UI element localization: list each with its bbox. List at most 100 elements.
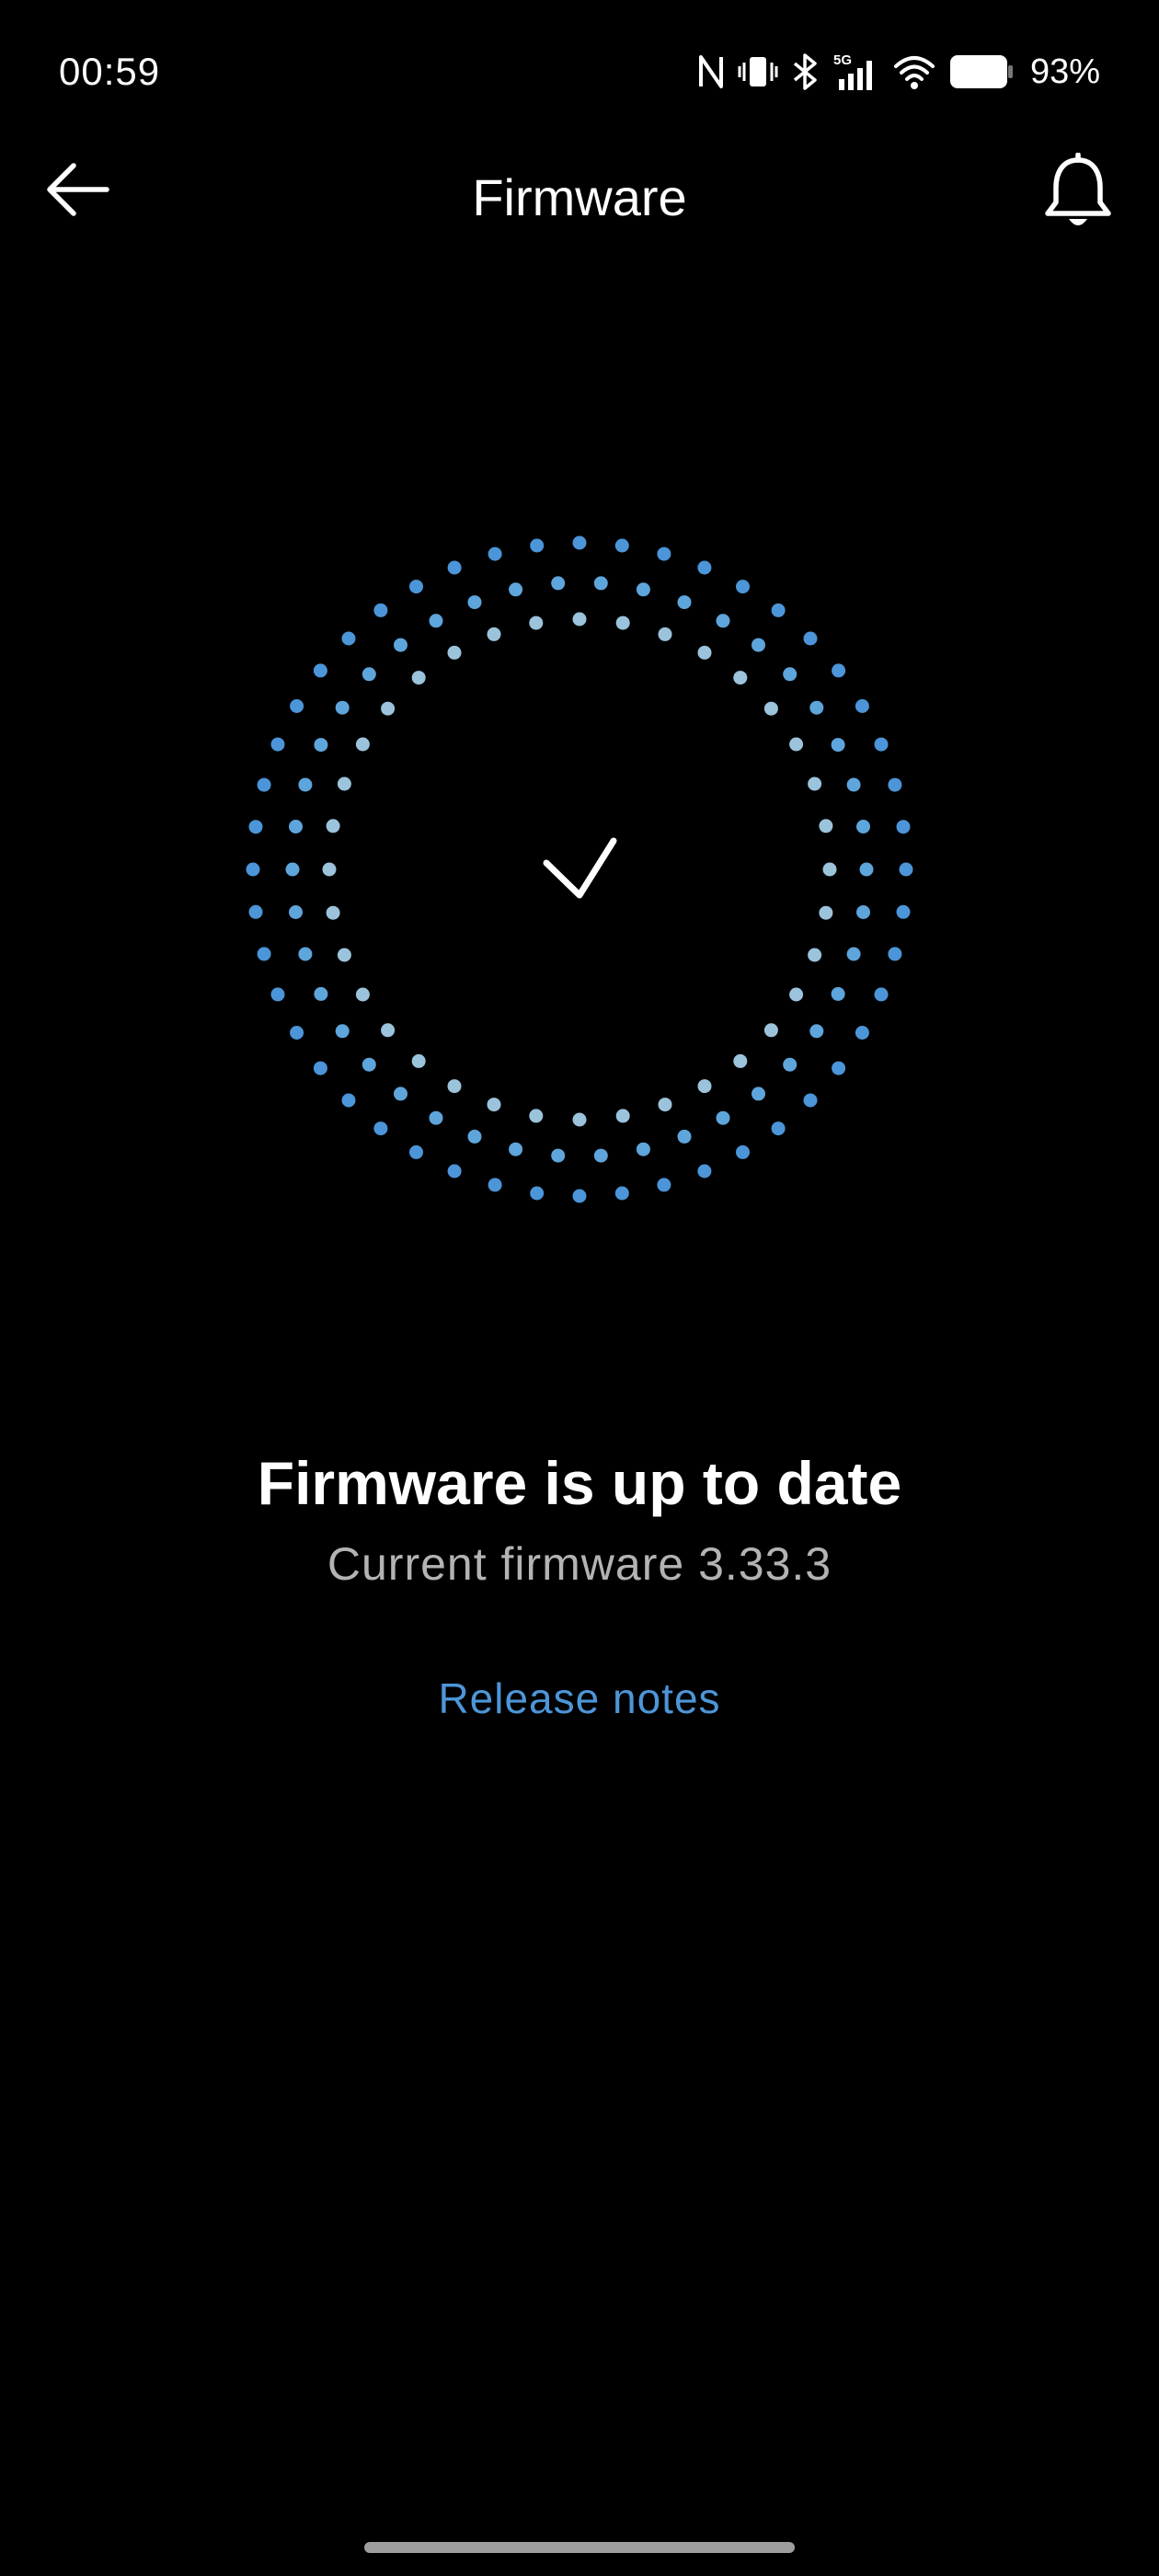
checkmark-icon [543,837,617,899]
home-indicator[interactable] [364,2542,795,2553]
ring-dot [381,1023,396,1038]
ring-dot [411,671,426,685]
ring-dot [314,986,328,1001]
ring-dot [341,631,356,646]
ring-dot [736,1144,750,1159]
ring-dots [246,535,913,1203]
ring-dot [298,947,313,961]
ring-dot [322,862,337,877]
ring-dot [819,905,833,920]
ring-dot [808,776,822,791]
ring-dot [803,1093,818,1108]
ring-dot [677,595,692,610]
ring-dot [551,576,566,591]
battery-icon [949,53,1014,90]
ring-dot [373,603,388,617]
ring-dot [289,820,303,834]
ring-dot [488,546,502,561]
wifi-icon [892,53,936,90]
ring-dot [615,1109,630,1123]
ring-dot [896,904,911,919]
ring-dot [290,1026,304,1040]
ring-dot [467,1129,482,1144]
ring-dot [896,820,911,834]
ring-dot [832,1061,846,1075]
ring-dot [874,737,889,752]
ring-dot [697,1164,712,1179]
ring-dot [856,820,870,834]
status-bar: 00:59 5G 93% [0,0,1159,147]
ring-dot [361,1057,376,1072]
ring-dot [888,777,902,792]
ring-dot [509,582,523,597]
bluetooth-icon [791,52,820,91]
ring-dot [874,987,889,1002]
ring-dot [822,862,837,877]
ring-dot [429,1110,443,1125]
ring-dot [285,862,300,877]
ring-dot [337,948,351,962]
ring-dot [447,1079,462,1094]
ring-dot [429,614,443,628]
ring-dot [530,1186,545,1201]
ring-dot [636,1142,650,1156]
ring-dot [846,947,861,961]
ring-dot [257,777,271,792]
ring-dot [314,738,328,753]
ring-dot [831,986,845,1001]
page-title: Firmware [472,168,687,226]
ring-dot [509,1142,523,1156]
ring-dot [846,777,861,792]
ring-dot [447,645,462,660]
ring-dot [677,1129,692,1144]
ring-dot [752,1087,765,1101]
ring-dot [855,1026,869,1040]
ring-dot [657,546,671,561]
ring-dot [736,580,750,594]
back-button[interactable] [33,147,121,236]
ring-dot [529,1109,544,1123]
ring-dot [467,595,482,610]
ring-dot [381,701,396,716]
ring-dot [752,638,765,652]
ring-dot [447,560,462,575]
ring-dot [658,1098,672,1112]
ring-dot [289,905,303,919]
release-notes-link[interactable]: Release notes [350,1671,809,1726]
ring-dot [394,638,407,652]
status-time: 00:59 [59,50,161,93]
ring-dot [409,580,423,594]
update-status-ring [239,529,920,1210]
svg-text:5G: 5G [833,52,852,68]
ring-dot [783,667,798,682]
vibrate-icon [738,53,778,90]
ring-dot [783,1057,798,1072]
ring-dot [899,862,913,877]
ring-dot [789,737,804,752]
ring-dot [657,1178,671,1192]
ring-dot [270,987,285,1002]
ring-dot [313,1061,327,1075]
ring-dot [487,1098,501,1112]
ring-dot [572,1189,587,1203]
ring-dot [411,1053,426,1068]
ring-dot [326,905,340,920]
ring-dot [335,1024,350,1039]
ring-dot [326,819,340,834]
ring-dot [831,738,845,753]
ring-dot [487,627,501,641]
status-heading: Firmware is up to date [257,1449,902,1517]
ring-dot [803,631,818,646]
ring-dot [313,663,327,678]
ring-dot [614,1186,629,1201]
ring-dot [697,645,712,660]
ring-dot [572,1112,587,1127]
ring-dot [551,1148,566,1163]
ring-dot [248,820,263,834]
ring-dot [859,862,874,877]
ring-dot [808,948,822,962]
status-icons: 5G 93% [697,46,1100,98]
ring-dot [341,1093,356,1108]
ring-dot [697,560,712,575]
notifications-button[interactable] [1030,147,1126,243]
